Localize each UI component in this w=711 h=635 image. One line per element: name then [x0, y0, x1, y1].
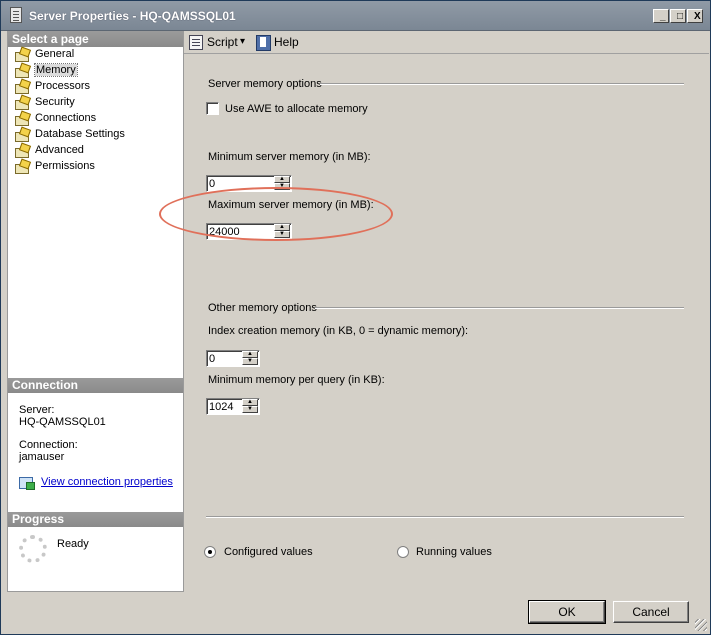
close-button[interactable]: X: [687, 9, 703, 23]
page-item-label: Permissions: [35, 160, 95, 172]
script-icon[interactable]: [188, 34, 204, 50]
group-divider: [320, 83, 684, 85]
use-awe-label: Use AWE to allocate memory: [225, 103, 368, 115]
server-value: HQ-QAMSSQL01: [19, 416, 106, 428]
configured-values-radio[interactable]: [204, 546, 216, 558]
page-item-label: Connections: [35, 112, 97, 124]
page-item-security[interactable]: Security: [13, 94, 75, 110]
progress-header: Progress: [8, 512, 183, 527]
min-server-memory-input[interactable]: [209, 177, 271, 190]
page-icon: [15, 112, 29, 126]
running-values-radio[interactable]: [397, 546, 409, 558]
page-item-label: Processors: [35, 80, 91, 92]
window-title: Server Properties - HQ-QAMSSQL01: [29, 9, 236, 23]
page-item-advanced[interactable]: Advanced: [13, 142, 84, 158]
page-item-label: Database Settings: [35, 128, 125, 140]
min-memory-per-query-label: Minimum memory per query (in KB):: [208, 374, 385, 386]
spin-up-button[interactable]: ▲: [242, 399, 258, 406]
page-item-general[interactable]: General: [13, 46, 74, 62]
page-item-label: Memory: [34, 63, 78, 77]
page-item-label: General: [35, 48, 75, 60]
index-creation-memory-stepper[interactable]: ▲ ▼: [206, 350, 260, 367]
progress-spinner-icon: [19, 535, 47, 563]
spin-down-button[interactable]: ▼: [274, 183, 290, 190]
max-server-memory-label: Maximum server memory (in MB):: [208, 199, 374, 211]
page-item-database-settings[interactable]: Database Settings: [13, 126, 125, 142]
server-properties-window: Server Properties - HQ-QAMSSQL01 _ □ X S…: [0, 0, 711, 635]
maximize-button[interactable]: □: [670, 9, 686, 23]
page-icon: [15, 96, 29, 110]
page-item-connections[interactable]: Connections: [13, 110, 96, 126]
server-memory-options-header: Server memory options: [208, 78, 322, 90]
spin-down-button[interactable]: ▼: [242, 358, 258, 365]
script-button[interactable]: Script: [207, 34, 238, 50]
select-page-header: Select a page: [8, 32, 183, 47]
min-server-memory-label: Minimum server memory (in MB):: [208, 151, 371, 163]
help-button[interactable]: Help: [274, 34, 299, 50]
view-connection-properties-link[interactable]: View connection properties: [41, 476, 173, 489]
group-divider: [315, 307, 684, 309]
running-values-label: Running values: [416, 546, 492, 558]
index-creation-memory-label: Index creation memory (in KB, 0 = dynami…: [208, 325, 469, 337]
script-dropdown-arrow[interactable]: ▾: [240, 34, 245, 50]
left-pane: Select a page General Memory Processors …: [7, 31, 184, 592]
resize-grip-icon[interactable]: [695, 619, 707, 631]
server-properties-icon: [10, 7, 22, 23]
title-bar[interactable]: Server Properties - HQ-QAMSSQL01 _ □ X: [1, 1, 710, 31]
page-icon: [15, 48, 29, 62]
use-awe-checkbox[interactable]: [206, 102, 219, 115]
page-icon: [15, 80, 29, 94]
page-icon: [15, 64, 29, 78]
min-memory-per-query-stepper[interactable]: ▲ ▼: [206, 398, 260, 415]
spin-up-button[interactable]: ▲: [274, 176, 290, 183]
page-item-memory[interactable]: Memory: [13, 62, 78, 78]
connection-properties-icon: [19, 475, 35, 490]
connection-value: jamauser: [19, 451, 65, 463]
minimize-button[interactable]: _: [653, 9, 669, 23]
min-server-memory-stepper[interactable]: ▲ ▼: [206, 175, 292, 192]
configured-values-label: Configured values: [224, 546, 313, 558]
spin-up-button[interactable]: ▲: [274, 224, 290, 231]
help-icon[interactable]: [255, 34, 271, 51]
other-memory-options-header: Other memory options: [208, 302, 317, 314]
page-icon: [15, 160, 29, 174]
cancel-button[interactable]: Cancel: [613, 601, 689, 623]
index-creation-memory-input[interactable]: [209, 352, 239, 365]
page-item-processors[interactable]: Processors: [13, 78, 90, 94]
connection-header: Connection: [8, 378, 183, 393]
min-memory-per-query-input[interactable]: [209, 400, 239, 413]
values-divider: [206, 516, 684, 518]
ok-button[interactable]: OK: [528, 600, 606, 624]
page-icon: [15, 144, 29, 158]
spin-down-button[interactable]: ▼: [242, 406, 258, 413]
toolbar: Script ▾ Help: [184, 31, 709, 53]
spin-up-button[interactable]: ▲: [242, 351, 258, 358]
max-server-memory-stepper[interactable]: ▲ ▼: [206, 223, 292, 240]
page-item-permissions[interactable]: Permissions: [13, 158, 95, 174]
spin-down-button[interactable]: ▼: [274, 231, 290, 238]
page-icon: [15, 128, 29, 142]
memory-page: Server memory options Use AWE to allocat…: [184, 53, 709, 592]
page-item-label: Advanced: [35, 144, 84, 156]
page-item-label: Security: [35, 96, 75, 108]
max-server-memory-input[interactable]: [209, 225, 271, 238]
progress-status: Ready: [57, 538, 89, 550]
